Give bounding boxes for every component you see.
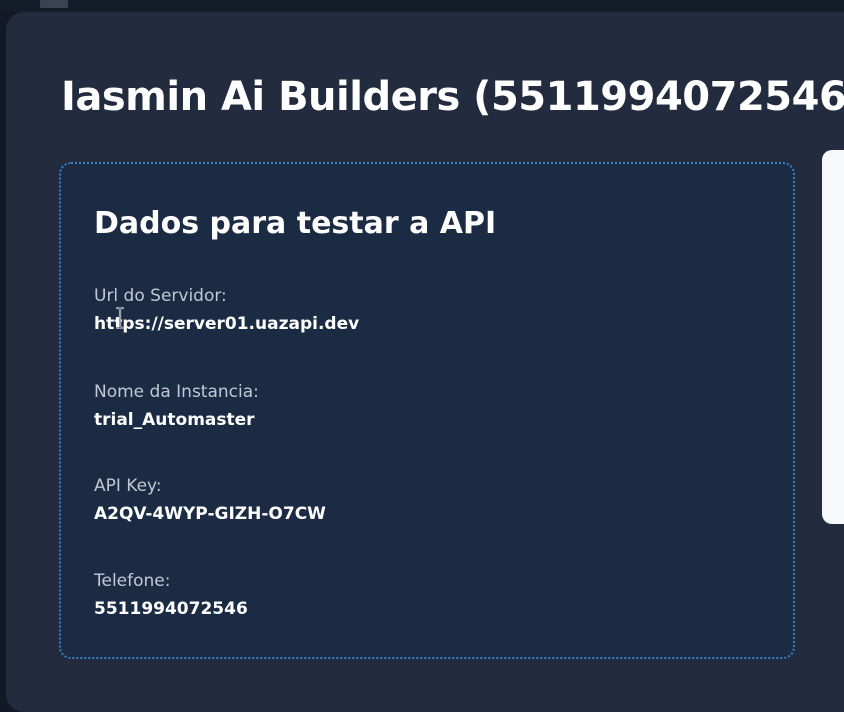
instance-name-label: Nome da Instancia: bbox=[94, 382, 259, 402]
api-key-field: API Key: A2QV-4WYP-GIZH-O7CW bbox=[94, 476, 326, 524]
main-card: Iasmin Ai Builders (5511994072546) Dados… bbox=[6, 12, 844, 712]
server-url-field: Url do Servidor: https://server01.uazapi… bbox=[94, 286, 359, 334]
api-card-title: Dados para testar a API bbox=[94, 206, 497, 241]
api-data-card: Dados para testar a API Url do Servidor:… bbox=[59, 162, 795, 659]
api-key-label: API Key: bbox=[94, 476, 162, 496]
server-url-label: Url do Servidor: bbox=[94, 286, 227, 306]
api-key-value[interactable]: A2QV-4WYP-GIZH-O7CW bbox=[94, 504, 326, 524]
instance-name-value[interactable]: trial_Automaster bbox=[94, 410, 259, 430]
phone-field: Telefone: 5511994072546 bbox=[94, 571, 248, 619]
header-icon bbox=[40, 0, 68, 8]
phone-value[interactable]: 5511994072546 bbox=[94, 599, 248, 619]
server-url-value[interactable]: https://server01.uazapi.dev bbox=[94, 314, 359, 334]
instance-name-field: Nome da Instancia: trial_Automaster bbox=[94, 382, 259, 430]
page-title: Iasmin Ai Builders (5511994072546) bbox=[61, 74, 844, 120]
top-strip bbox=[0, 0, 844, 12]
side-panel bbox=[822, 150, 844, 524]
phone-label: Telefone: bbox=[94, 571, 171, 591]
